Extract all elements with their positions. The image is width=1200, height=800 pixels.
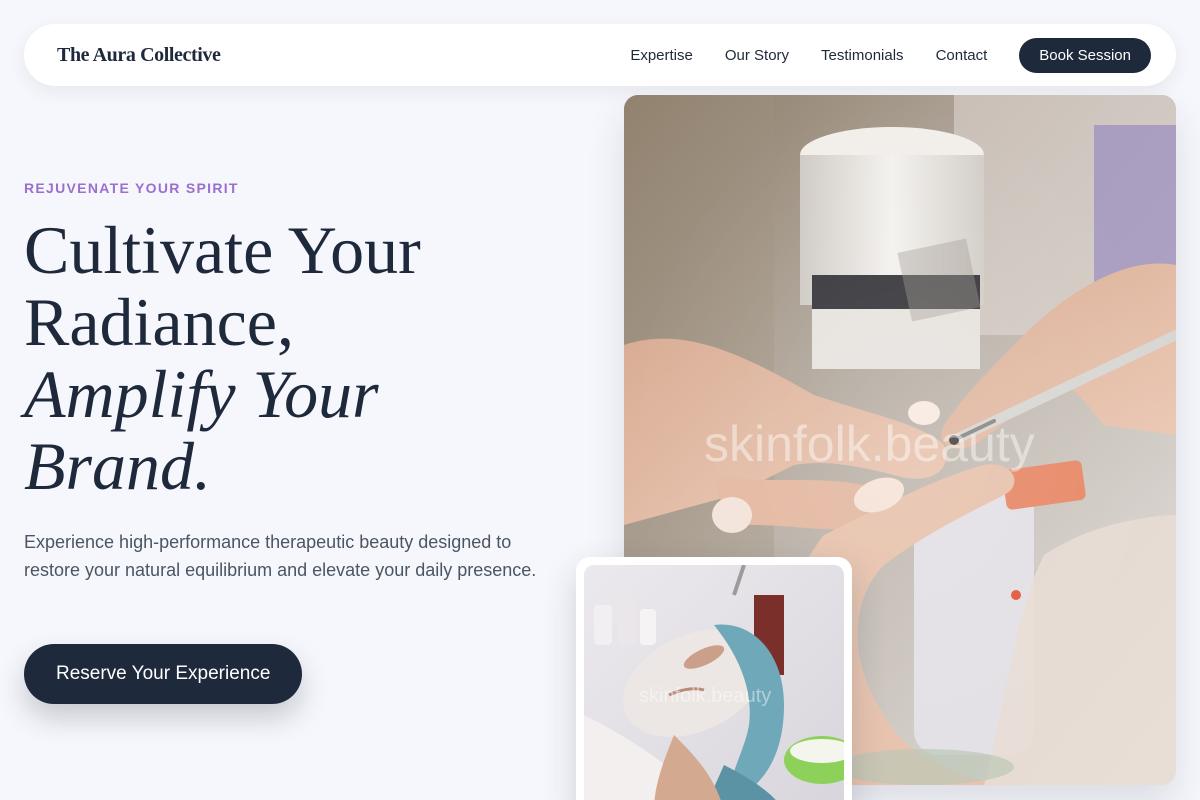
hero-headline: Cultivate Your Radiance, Amplify Your Br… bbox=[24, 214, 584, 502]
top-navigation: The Aura Collective Expertise Our Story … bbox=[24, 24, 1176, 86]
inset-photo-watermark: skinfolk.beauty bbox=[639, 685, 772, 707]
nav-link-contact[interactable]: Contact bbox=[936, 47, 988, 64]
headline-line-3: Amplify Your bbox=[24, 356, 379, 432]
brand-logo[interactable]: The Aura Collective bbox=[57, 44, 221, 67]
nav-link-expertise[interactable]: Expertise bbox=[630, 47, 693, 64]
nav-link-testimonials[interactable]: Testimonials bbox=[821, 47, 904, 64]
reserve-experience-button[interactable]: Reserve Your Experience bbox=[24, 644, 303, 704]
book-session-button[interactable]: Book Session bbox=[1019, 37, 1151, 73]
headline-line-1: Cultivate Your bbox=[24, 212, 421, 288]
headline-line-2: Radiance, bbox=[24, 284, 294, 360]
hero-inset-photo-card: skinfolk.beauty bbox=[576, 557, 852, 800]
hero-description: Experience high-performance therapeutic … bbox=[24, 532, 537, 580]
nav-links: Expertise Our Story Testimonials Contact… bbox=[598, 37, 1151, 73]
nav-link-our-story[interactable]: Our Story bbox=[725, 47, 789, 64]
main-photo-watermark: skinfolk.beauty bbox=[704, 416, 1035, 472]
headline-line-4: Brand. bbox=[24, 428, 211, 504]
hero-eyebrow: REJUVENATE YOUR SPIRIT bbox=[24, 180, 239, 196]
facial-mask-illustration bbox=[584, 565, 844, 800]
hero-inset-photo: skinfolk.beauty bbox=[584, 565, 844, 800]
